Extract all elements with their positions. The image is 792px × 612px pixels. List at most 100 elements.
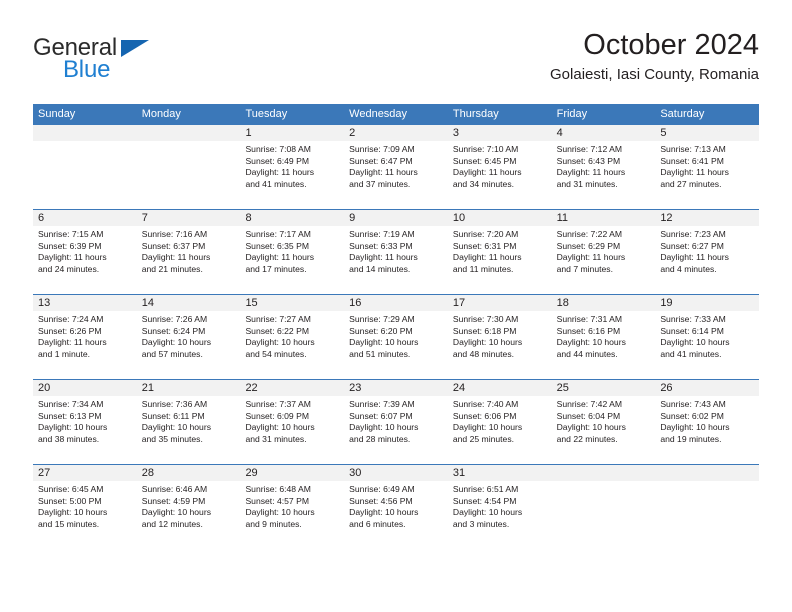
day-cell[interactable]: 28 Sunrise: 6:46 AM Sunset: 4:59 PM Dayl… (136, 465, 241, 549)
sunrise-text: Sunrise: 7:17 AM (245, 229, 311, 239)
daylight-text-line1: Daylight: 10 hours (349, 422, 419, 433)
daylight-text-line1: Daylight: 10 hours (141, 507, 211, 518)
daylight-text-line1: Daylight: 10 hours (660, 337, 730, 348)
day-cell[interactable]: 1 Sunrise: 7:08 AM Sunset: 6:49 PM Dayli… (240, 125, 345, 209)
day-number (655, 465, 760, 481)
triangle-icon (121, 40, 149, 57)
sunset-text: Sunset: 6:49 PM (245, 155, 309, 166)
day-details: Sunrise: 7:08 AM Sunset: 6:49 PM Dayligh… (240, 141, 344, 190)
sunrise-text: Sunrise: 7:20 AM (452, 229, 519, 239)
day-cell[interactable]: 25 Sunrise: 7:42 AM Sunset: 6:04 PM Dayl… (551, 380, 656, 464)
day-cell[interactable]: 27 Sunrise: 6:45 AM Sunset: 5:00 PM Dayl… (33, 465, 137, 549)
sunset-text: Sunset: 6:16 PM (556, 325, 621, 336)
day-number: 14 (136, 295, 241, 311)
sunrise-text: Sunrise: 7:37 AM (245, 399, 311, 409)
day-cell[interactable]: 3 Sunrise: 7:10 AM Sunset: 6:45 PM Dayli… (447, 125, 552, 209)
sunrise-text: Sunrise: 6:45 AM (38, 484, 104, 494)
daylight-text-line2: and 34 minutes. (452, 178, 515, 189)
day-details: Sunrise: 7:15 AM Sunset: 6:39 PM Dayligh… (33, 226, 137, 275)
day-number: 19 (655, 295, 760, 311)
week-row: 20 Sunrise: 7:34 AM Sunset: 6:13 PM Dayl… (33, 380, 760, 465)
day-cell[interactable]: 2 Sunrise: 7:09 AM Sunset: 6:47 PM Dayli… (344, 125, 448, 209)
day-cell[interactable]: 22 Sunrise: 7:37 AM Sunset: 6:09 PM Dayl… (240, 380, 345, 464)
day-cell[interactable]: 21 Sunrise: 7:36 AM Sunset: 6:11 PM Dayl… (136, 380, 241, 464)
day-details: Sunrise: 7:36 AM Sunset: 6:11 PM Dayligh… (137, 396, 241, 445)
sunset-text: Sunset: 4:56 PM (349, 495, 413, 506)
day-cell[interactable]: 31 Sunrise: 6:51 AM Sunset: 4:54 PM Dayl… (447, 465, 552, 549)
day-cell[interactable]: 17 Sunrise: 7:30 AM Sunset: 6:18 PM Dayl… (447, 295, 552, 379)
daylight-text-line1: Daylight: 10 hours (245, 337, 315, 348)
day-details: Sunrise: 7:39 AM Sunset: 6:07 PM Dayligh… (344, 396, 448, 445)
weekday-header-saturday: Saturday (660, 108, 705, 120)
day-details: Sunrise: 7:33 AM Sunset: 6:14 PM Dayligh… (655, 311, 759, 360)
daylight-text-line1: Daylight: 11 hours (38, 252, 107, 263)
day-cell[interactable]: 10 Sunrise: 7:20 AM Sunset: 6:31 PM Dayl… (447, 210, 552, 294)
day-cell[interactable]: 18 Sunrise: 7:31 AM Sunset: 6:16 PM Dayl… (551, 295, 656, 379)
sunrise-text: Sunrise: 6:46 AM (141, 484, 208, 494)
day-cell[interactable]: 26 Sunrise: 7:43 AM Sunset: 6:02 PM Dayl… (655, 380, 760, 464)
day-cell[interactable] (33, 125, 137, 209)
day-number: 31 (447, 465, 552, 481)
day-details: Sunrise: 6:51 AM Sunset: 4:54 PM Dayligh… (448, 481, 552, 530)
day-cell[interactable]: 12 Sunrise: 7:23 AM Sunset: 6:27 PM Dayl… (655, 210, 760, 294)
day-cell[interactable] (551, 465, 656, 549)
day-cell[interactable]: 16 Sunrise: 7:29 AM Sunset: 6:20 PM Dayl… (344, 295, 448, 379)
sunrise-text: Sunrise: 7:43 AM (660, 399, 726, 409)
day-cell[interactable] (655, 465, 760, 549)
sunrise-text: Sunrise: 7:19 AM (349, 229, 415, 239)
daylight-text-line2: and 41 minutes. (660, 348, 722, 359)
daylight-text-line2: and 24 minutes. (38, 263, 100, 274)
daylight-text-line2: and 12 minutes. (141, 518, 203, 529)
day-details: Sunrise: 7:37 AM Sunset: 6:09 PM Dayligh… (240, 396, 344, 445)
day-cell[interactable]: 13 Sunrise: 7:24 AM Sunset: 6:26 PM Dayl… (33, 295, 137, 379)
day-cell[interactable]: 30 Sunrise: 6:49 AM Sunset: 4:56 PM Dayl… (344, 465, 448, 549)
day-cell[interactable]: 29 Sunrise: 6:48 AM Sunset: 4:57 PM Dayl… (240, 465, 345, 549)
daylight-text-line2: and 22 minutes. (556, 433, 618, 444)
day-cell[interactable]: 23 Sunrise: 7:39 AM Sunset: 6:07 PM Dayl… (344, 380, 448, 464)
day-number: 26 (655, 380, 760, 396)
sunset-text: Sunset: 6:14 PM (660, 325, 724, 336)
day-cell[interactable]: 4 Sunrise: 7:12 AM Sunset: 6:43 PM Dayli… (551, 125, 656, 209)
daylight-text-line1: Daylight: 10 hours (38, 507, 108, 518)
weekday-header-tuesday: Tuesday (245, 108, 288, 120)
day-number: 10 (447, 210, 552, 226)
day-cell[interactable]: 19 Sunrise: 7:33 AM Sunset: 6:14 PM Dayl… (655, 295, 760, 379)
sunset-text: Sunset: 6:22 PM (245, 325, 309, 336)
day-number: 25 (551, 380, 656, 396)
day-cell[interactable]: 7 Sunrise: 7:16 AM Sunset: 6:37 PM Dayli… (136, 210, 241, 294)
day-cell[interactable]: 6 Sunrise: 7:15 AM Sunset: 6:39 PM Dayli… (33, 210, 137, 294)
sunrise-text: Sunrise: 7:36 AM (141, 399, 208, 409)
day-cell[interactable]: 20 Sunrise: 7:34 AM Sunset: 6:13 PM Dayl… (33, 380, 137, 464)
daylight-text-line1: Daylight: 11 hours (660, 167, 729, 178)
daylight-text-line2: and 31 minutes. (245, 433, 307, 444)
day-number: 22 (240, 380, 345, 396)
daylight-text-line1: Daylight: 11 hours (245, 252, 315, 263)
daylight-text-line2: and 48 minutes. (452, 348, 515, 359)
day-number: 5 (655, 125, 760, 141)
day-cell[interactable]: 5 Sunrise: 7:13 AM Sunset: 6:41 PM Dayli… (655, 125, 760, 209)
day-cell[interactable]: 24 Sunrise: 7:40 AM Sunset: 6:06 PM Dayl… (447, 380, 552, 464)
day-cell[interactable]: 8 Sunrise: 7:17 AM Sunset: 6:35 PM Dayli… (240, 210, 345, 294)
sunrise-text: Sunrise: 7:10 AM (452, 144, 519, 154)
day-details: Sunrise: 7:23 AM Sunset: 6:27 PM Dayligh… (655, 226, 759, 275)
daylight-text-line1: Daylight: 11 hours (245, 167, 315, 178)
sunset-text: Sunset: 6:13 PM (38, 410, 102, 421)
day-cell[interactable]: 11 Sunrise: 7:22 AM Sunset: 6:29 PM Dayl… (551, 210, 656, 294)
day-number (33, 125, 137, 141)
day-number: 15 (240, 295, 345, 311)
day-cell[interactable]: 9 Sunrise: 7:19 AM Sunset: 6:33 PM Dayli… (344, 210, 448, 294)
daylight-text-line2: and 3 minutes. (452, 518, 510, 529)
sunset-text: Sunset: 6:09 PM (245, 410, 309, 421)
weekday-header-thursday: Thursday (452, 108, 499, 120)
calendar-grid: Sunday Monday Tuesday Wednesday Thursday… (33, 104, 760, 549)
day-cell[interactable]: 14 Sunrise: 7:26 AM Sunset: 6:24 PM Dayl… (136, 295, 241, 379)
day-details: Sunrise: 7:22 AM Sunset: 6:29 PM Dayligh… (552, 226, 656, 275)
day-cell[interactable]: 15 Sunrise: 7:27 AM Sunset: 6:22 PM Dayl… (240, 295, 345, 379)
day-cell[interactable] (136, 125, 241, 209)
daylight-text-line2: and 41 minutes. (245, 178, 307, 189)
day-number: 1 (240, 125, 345, 141)
day-details: Sunrise: 6:46 AM Sunset: 4:59 PM Dayligh… (137, 481, 241, 530)
daylight-text-line2: and 38 minutes. (38, 433, 100, 444)
sunset-text: Sunset: 6:35 PM (245, 240, 309, 251)
title-block: October 2024 Golaiesti, Iasi County, Rom… (550, 28, 759, 84)
